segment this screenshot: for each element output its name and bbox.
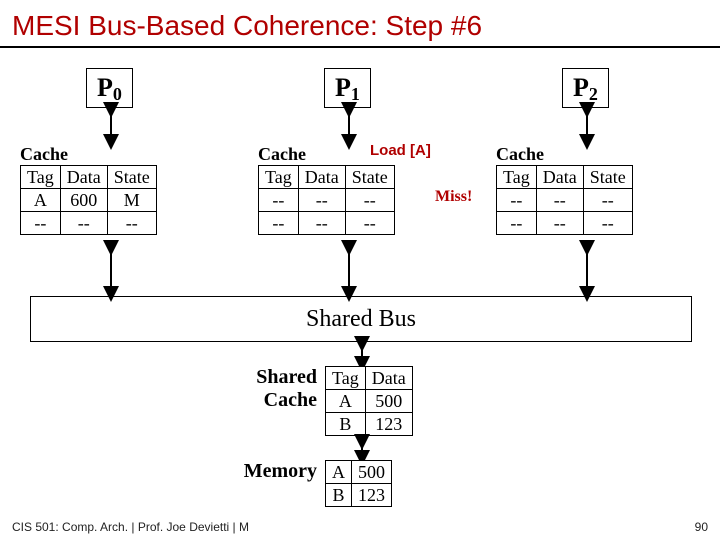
load-annotation: Load [A] (370, 142, 431, 159)
arrow-cache1-bus (342, 244, 356, 298)
shared-cache: TagData A500 B123 (325, 366, 413, 436)
arrow-cache2-bus (580, 244, 594, 298)
cache-p2: Cache TagDataState ------ ------ (496, 144, 633, 235)
table-row: A600M (21, 189, 157, 212)
shared-cache-label: Shared Cache (225, 366, 317, 412)
table-row: A500 (326, 461, 392, 484)
hdr-tag: Tag (21, 166, 61, 189)
processor-p0: P0 (86, 68, 133, 108)
table-row: ------ (497, 212, 633, 235)
page-title: MESI Bus-Based Coherence: Step #6 (0, 0, 720, 48)
table-row: ------ (259, 189, 395, 212)
footer: CIS 501: Comp. Arch. | Prof. Joe Deviett… (12, 520, 708, 534)
arrow-sharedcache-memory (355, 438, 369, 462)
processor-p1: P1 (324, 68, 371, 108)
table-row: B123 (326, 413, 413, 436)
memory: A500 B123 (325, 460, 392, 507)
memory-table: A500 B123 (325, 460, 392, 507)
arrow-bus-sharedcache (355, 340, 369, 368)
cache-p2-table: TagDataState ------ ------ (496, 165, 633, 235)
cache-p0: Cache TagDataState A600M ------ (20, 144, 157, 235)
p2-label-sub: 2 (589, 84, 598, 104)
cache-p0-label: Cache (20, 144, 157, 165)
hdr-data: Data (60, 166, 107, 189)
table-row: ------ (259, 212, 395, 235)
arrow-p1-cache (342, 106, 356, 146)
p2-label-main: P (573, 73, 589, 102)
p0-label-sub: 0 (113, 84, 122, 104)
arrow-p0-cache (104, 106, 118, 146)
p0-label-main: P (97, 73, 113, 102)
table-row: ------ (497, 189, 633, 212)
shared-bus: Shared Bus (30, 296, 692, 342)
footer-left: CIS 501: Comp. Arch. | Prof. Joe Deviett… (12, 520, 249, 534)
cache-p2-label: Cache (496, 144, 633, 165)
memory-label: Memory (225, 460, 317, 483)
processor-p2: P2 (562, 68, 609, 108)
footer-page-number: 90 (695, 520, 708, 534)
p1-label-sub: 1 (351, 84, 360, 104)
arrow-cache0-bus (104, 244, 118, 298)
arrow-p2-cache (580, 106, 594, 146)
table-row: B123 (326, 484, 392, 507)
cache-p1-table: TagDataState ------ ------ (258, 165, 395, 235)
table-row: A500 (326, 390, 413, 413)
miss-annotation: Miss! (435, 188, 472, 206)
shared-cache-table: TagData A500 B123 (325, 366, 413, 436)
p1-label-main: P (335, 73, 351, 102)
cache-p0-table: TagDataState A600M ------ (20, 165, 157, 235)
table-row: ------ (21, 212, 157, 235)
diagram-stage: P0 P1 P2 Cache TagDataState A600M ------… (0, 48, 720, 538)
hdr-state: State (107, 166, 156, 189)
